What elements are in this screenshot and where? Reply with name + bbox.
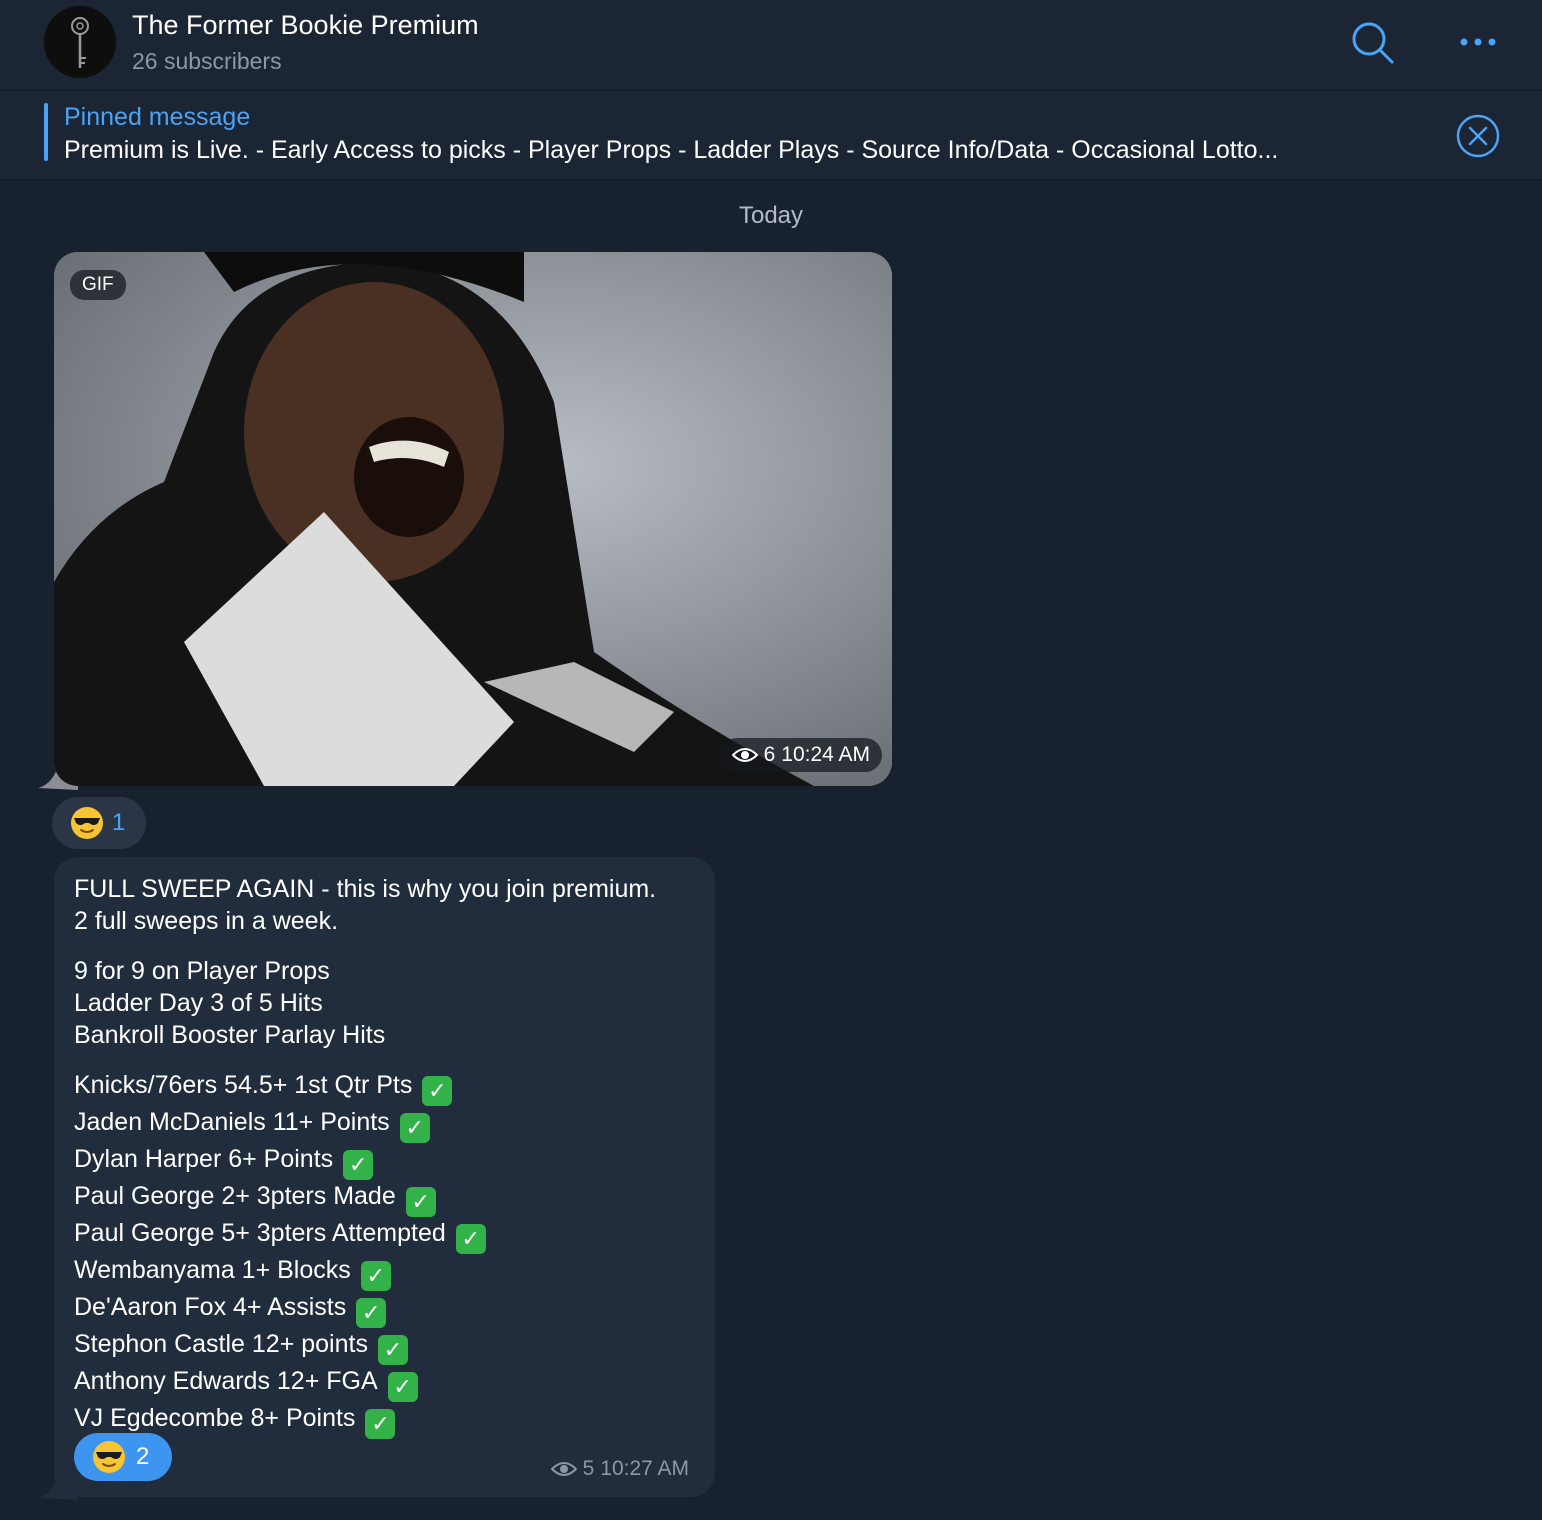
check-mark-icon: ✓ [399,1113,430,1143]
pick-line: Knicks/76ers 54.5+ 1st Qtr Pts ✓ [74,1069,656,1106]
pick-line: VJ Egdecombe 8+ Points ✓ [74,1402,656,1439]
message-time: 10:27 AM [600,1457,689,1480]
pinned-message-bar[interactable]: Pinned message Premium is Live. - Early … [0,91,1542,180]
reaction-chip[interactable]: 1 [52,797,146,849]
view-count: 5 [582,1457,595,1480]
message-line: Ladder Day 3 of 5 Hits [74,989,323,1017]
reaction-chip[interactable]: 2 [74,1433,172,1481]
message-body: FULL SWEEP AGAIN - this is why you join … [74,873,656,1439]
subscriber-count: 26 subscribers [132,48,282,74]
more-icon [1460,38,1496,46]
pick-line: Paul George 2+ 3pters Made ✓ [74,1180,656,1217]
pick-text: Paul George 2+ 3pters Made [74,1182,396,1210]
channel-title[interactable]: The Former Bookie Premium [132,10,479,41]
check-mark-icon: ✓ [360,1261,391,1291]
pick-line: Stephon Castle 12+ points ✓ [74,1328,656,1365]
message-line: FULL SWEEP AGAIN - this is why you join … [74,875,657,903]
check-mark-icon: ✓ [377,1335,408,1365]
text-message[interactable]: FULL SWEEP AGAIN - this is why you join … [54,857,715,1497]
gif-message[interactable]: GIF 6 10:24 AM [54,252,892,786]
pick-text: Dylan Harper 6+ Points [74,1145,334,1173]
check-mark-icon: ✓ [387,1372,418,1402]
gif-image [54,252,892,786]
message-line: 9 for 9 on Player Props [74,957,330,985]
message-line: 2 full sweeps in a week. [74,907,339,935]
pick-line: Anthony Edwards 12+ FGA ✓ [74,1365,656,1402]
pick-text: Stephon Castle 12+ points [74,1330,368,1358]
check-mark-icon: ✓ [356,1298,387,1328]
more-button[interactable] [1454,22,1502,62]
pick-text: Anthony Edwards 12+ FGA [74,1367,378,1395]
pick-text: Knicks/76ers 54.5+ 1st Qtr Pts [74,1071,413,1099]
check-mark-icon: ✓ [422,1076,453,1106]
picks-list: Knicks/76ers 54.5+ 1st Qtr Pts ✓ Jaden McD… [74,1069,656,1439]
eye-icon [550,1462,577,1476]
date-separator: Today [738,202,804,229]
check-mark-icon: ✓ [343,1150,374,1180]
pinned-indicator [44,103,48,161]
check-mark-icon: ✓ [405,1187,436,1217]
message-line: Bankroll Booster Parlay Hits [74,1021,386,1049]
pinned-title: Pinned message [64,103,251,131]
chat-header: The Former Bookie Premium 26 subscribers [0,0,1542,91]
search-icon [1352,22,1394,64]
message-time: 10:24 AM [781,743,870,766]
pick-text: Paul George 5+ 3pters Attempted [74,1219,446,1247]
check-mark-icon: ✓ [455,1224,486,1254]
pick-text: Wembanyama 1+ Blocks [74,1256,351,1284]
smiling-face-with-sunglasses-icon [93,1441,125,1473]
pick-text: De'Aaron Fox 4+ Assists [74,1293,347,1321]
channel-avatar[interactable] [44,6,116,78]
pick-line: Dylan Harper 6+ Points ✓ [74,1143,656,1180]
gif-label: GIF [70,270,126,300]
view-count: 6 [763,743,776,766]
pick-text: Jaden McDaniels 11+ Points [74,1108,390,1136]
gif-message-meta: 6 10:24 AM [719,738,882,772]
smiling-face-with-sunglasses-icon [71,807,103,839]
check-mark-icon: ✓ [365,1409,396,1439]
pick-line: Paul George 5+ 3pters Attempted ✓ [74,1217,656,1254]
close-icon [1456,114,1500,158]
pick-line: De'Aaron Fox 4+ Assists ✓ [74,1291,656,1328]
search-button[interactable] [1348,18,1396,66]
reaction-count: 1 [112,809,126,836]
pick-line: Jaden McDaniels 11+ Points ✓ [74,1106,656,1143]
close-pinned-button[interactable] [1455,113,1501,159]
eye-icon [731,748,758,762]
pick-text: VJ Egdecombe 8+ Points [74,1404,356,1432]
text-message-meta: 5 10:27 AM [550,1457,689,1481]
pick-line: Wembanyama 1+ Blocks ✓ [74,1254,656,1291]
key-logo-icon [44,6,116,78]
reaction-count: 2 [136,1443,150,1470]
pinned-text: Premium is Live. - Early Access to picks… [64,136,1279,164]
